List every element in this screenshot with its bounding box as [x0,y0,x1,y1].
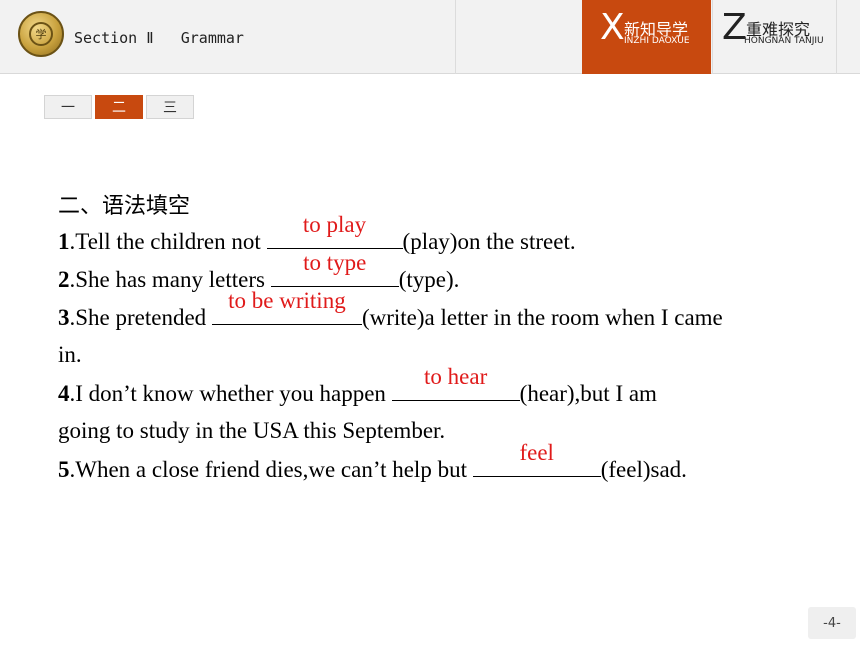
answer-blank: to be writing [211,288,362,325]
header-divider [455,0,456,74]
answer-blank: feel [472,440,601,477]
section-tabs: 一 二 三 [44,95,197,119]
tab-two[interactable]: 二 [95,95,143,119]
nav-label-en: HONGNAN TANJIU [744,36,824,46]
nav-letter: Z [722,7,747,48]
section-title: Section Ⅱ Grammar [74,29,244,47]
item-number: 2 [58,267,70,292]
item-number: 5 [58,457,70,482]
answer-blank: to play [266,212,403,249]
item-text: .I don’t know whether you happen [69,381,392,406]
answer-text: to type [303,250,367,275]
item-text: (type). [398,267,460,292]
answer-text: to be writing [228,288,346,313]
item-text: .When a close friend dies,we can’t help … [69,457,473,482]
nav-letter: X [600,7,625,48]
exercise-item-continuation: in. [58,342,82,367]
exercise-item: 4.I don’t know whether you happen to hea… [58,364,657,407]
exercise-heading: 二、语法填空 [58,194,191,219]
item-number: 4 [58,381,70,406]
item-text: .She pretended [69,305,212,330]
header-bar: 学 Section Ⅱ Grammar X 新知导学 INZHI DAOXUE … [0,0,860,74]
school-logo-icon: 学 [18,11,64,57]
answer-blank: to hear [391,364,520,401]
item-text: .Tell the children not [69,229,267,254]
exercise-item: 5.When a close friend dies,we can’t help… [58,440,687,483]
answer-text: to play [302,212,367,237]
nav-button-zhongnan-tanjiu[interactable]: Z 重难探究 HONGNAN TANJIU [718,0,836,74]
item-text: (play)on the street. [402,229,576,254]
item-number: 3 [58,305,70,330]
item-text: (write)a letter in the room when I came [361,305,723,330]
exercise-item-continuation: going to study in the USA this September… [58,418,446,443]
answer-text: feel [519,440,554,465]
logo-emblem: 学 [29,22,53,46]
item-text: (hear),but I am [519,381,657,406]
item-number: 1 [58,229,70,254]
tab-one[interactable]: 一 [44,95,92,119]
tab-three[interactable]: 三 [146,95,194,119]
page-number: -4- [808,607,856,639]
answer-blank: to type [270,250,399,287]
exercise-item: 3.She pretended to be writing (write)a le… [58,288,723,331]
header-divider [836,0,837,74]
nav-button-xinzhi-daoxue[interactable]: X 新知导学 INZHI DAOXUE [582,0,711,74]
item-text: (feel)sad. [600,457,687,482]
answer-text: to hear [424,364,488,389]
nav-label-en: INZHI DAOXUE [624,36,690,46]
header-divider [712,0,713,74]
